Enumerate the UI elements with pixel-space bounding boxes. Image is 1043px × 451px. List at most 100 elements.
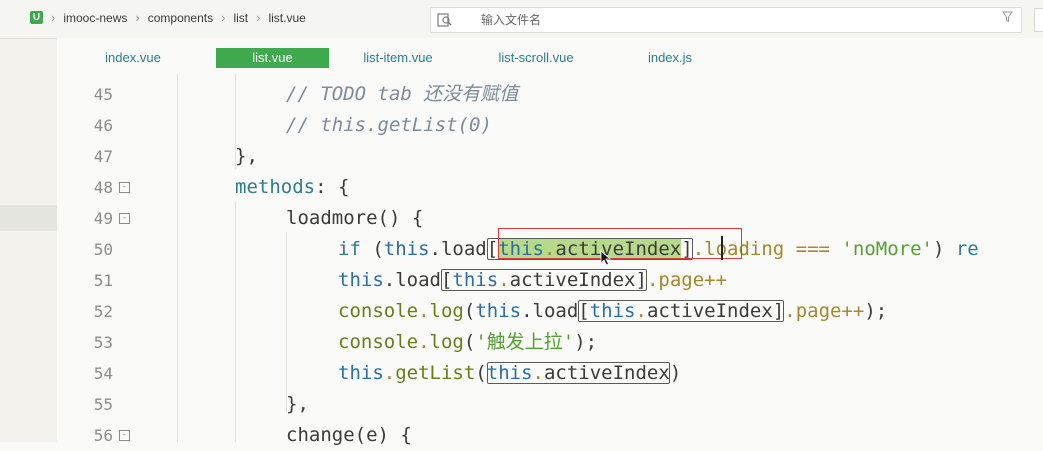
code-token: . [418, 300, 430, 322]
code-line: 46 // this.getList(0) [57, 110, 1043, 141]
code-token: ( [360, 238, 384, 260]
comment: // TODO tab 还没有赋值 [286, 83, 519, 105]
code-text: this.getList(this.activeIndex) [338, 358, 681, 389]
code-token: . [532, 362, 544, 384]
line-number: 46 [93, 116, 113, 135]
code-token: . [635, 300, 647, 322]
fold-toggle-icon[interactable]: - [119, 182, 130, 193]
tab-list-item-vue[interactable]: list-item.vue [345, 48, 451, 68]
code-token: ( [463, 331, 476, 353]
code-token: methods [235, 176, 316, 198]
editor-tabs: index.vue list.vue list-item.vue list-sc… [57, 38, 1043, 75]
code-line: 53 console.log('触发上拉'); [57, 327, 1043, 358]
code-token: 'noMore' [841, 238, 933, 260]
line-number: 56 [93, 426, 113, 445]
code-token: this [589, 300, 636, 322]
code-token: .load [521, 300, 579, 322]
code-token: : { [315, 176, 350, 198]
code-token: [ [486, 238, 499, 260]
code-text: }, [235, 145, 258, 167]
code-token: .load [383, 269, 441, 291]
mouse-pointer-icon [600, 250, 612, 266]
code-line: 47 }, [57, 141, 1043, 172]
line-number: 47 [93, 147, 113, 166]
fold-toggle-icon[interactable]: - [119, 213, 130, 224]
text-cursor [721, 236, 723, 260]
code-editor[interactable]: 45 // TODO tab 还没有赋值 46 // this.getList(… [57, 74, 1043, 446]
code-line: 52 console.log(this.load[this.activeInde… [57, 296, 1043, 327]
code-text: console.log(this.load[this.activeIndex].… [338, 296, 887, 327]
code-token: () { [377, 207, 424, 229]
code-line: 54 this.getList(this.activeIndex) [57, 358, 1043, 389]
breadcrumb-item[interactable]: list [233, 11, 248, 25]
chevron-right-icon: › [51, 10, 56, 25]
breadcrumb-item[interactable]: components [148, 11, 213, 25]
tab-index-js[interactable]: index.js [632, 48, 708, 68]
code-text: console.log('触发上拉'); [338, 327, 597, 358]
annotation-highlight-box [498, 228, 742, 259]
file-search-input[interactable] [479, 10, 983, 30]
code-token: log [429, 331, 464, 353]
line-number: 49 [93, 209, 113, 228]
tab-list-vue[interactable]: list.vue [216, 48, 329, 68]
code-token: this [475, 300, 522, 322]
code-token: .page [646, 269, 705, 291]
toolbar-button[interactable] [1034, 8, 1043, 32]
code-token: activeIndex [543, 362, 670, 384]
code-token: === [795, 238, 830, 260]
code-token: this [452, 269, 499, 291]
tab-index-vue[interactable]: index.vue [89, 48, 177, 68]
code-text: this.load[this.activeIndex].page++ [338, 265, 727, 296]
code-line: 56 - change(e) { [57, 420, 1043, 451]
breadcrumb-item[interactable]: list.vue [268, 11, 305, 25]
chevron-right-icon: › [135, 10, 140, 25]
code-token: loadmore [286, 207, 378, 229]
bracket-highlight: this.activeIndex [486, 362, 670, 384]
left-panel-strip [0, 0, 58, 442]
code-text: }, [286, 393, 309, 415]
code-token: ++ [704, 269, 728, 291]
line-number: 55 [93, 395, 113, 414]
code-token: console [338, 331, 419, 353]
code-token: (e) { [354, 424, 412, 446]
code-token: ) [932, 238, 956, 260]
code-line: 51 this.load[this.activeIndex].page++ [57, 265, 1043, 296]
code-text: change(e) { [286, 420, 412, 451]
code-token: . [498, 269, 510, 291]
code-line: 55 }, [57, 389, 1043, 420]
bracket-highlight: [this.activeIndex] [578, 300, 785, 322]
line-number: 54 [93, 364, 113, 383]
code-token: [ [578, 300, 590, 322]
project-icon: U [30, 11, 43, 24]
code-line: 48 - methods: { [57, 172, 1043, 203]
code-token: if [338, 238, 361, 260]
fold-toggle-icon[interactable]: - [119, 430, 130, 441]
code-token: this [383, 238, 430, 260]
file-search-box[interactable] [430, 7, 1022, 33]
line-number: 48 [93, 178, 113, 197]
comment: // this.getList(0) [286, 114, 492, 136]
code-token: . [418, 331, 430, 353]
code-token: activeIndex [509, 269, 636, 291]
chevron-right-icon: › [221, 10, 226, 25]
code-token: getList [395, 362, 476, 384]
chevron-right-icon: › [256, 10, 261, 25]
code-token: ); [864, 300, 888, 322]
line-number: 51 [93, 271, 113, 290]
filter-icon[interactable] [1002, 11, 1013, 26]
top-bar: U › imooc-news › components › list › lis… [0, 0, 1043, 39]
breadcrumb-item[interactable]: imooc-news [63, 11, 127, 25]
breadcrumb: U › imooc-news › components › list › lis… [30, 10, 306, 25]
code-token: this [486, 362, 533, 384]
bracket-highlight: [this.activeIndex] [440, 269, 647, 291]
code-token: .page [784, 300, 842, 322]
code-token: ++ [841, 300, 865, 322]
tab-list-scroll-vue[interactable]: list-scroll.vue [480, 48, 592, 68]
code-token: log [429, 300, 464, 322]
code-token: '触发上拉' [475, 331, 575, 353]
code-token: ) [669, 362, 682, 384]
code-token: this [338, 269, 384, 291]
line-number: 45 [93, 85, 113, 104]
code-token: ] [635, 269, 647, 291]
